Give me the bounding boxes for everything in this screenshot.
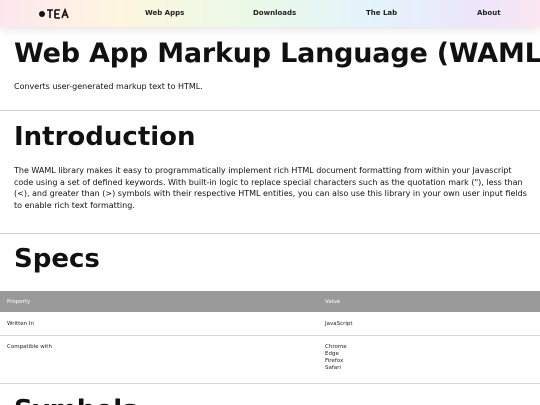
table-cell-value-list: Chrome Edge Firefox Safari [325, 344, 347, 372]
table-header-row: Property Value [0, 291, 540, 312]
section-divider [0, 233, 540, 234]
site-logo[interactable] [38, 7, 74, 20]
page-title: Web App Markup Language (WAML) [14, 38, 540, 69]
introduction-text: The WAML library makes it easy to progra… [14, 166, 527, 210]
table-cell-property: Compatible with [7, 344, 52, 350]
nav-link-about[interactable]: About [477, 9, 501, 17]
table-row-divider [0, 335, 540, 336]
column-header-property: Property [7, 299, 31, 305]
browser-value: Firefox [325, 358, 344, 364]
section-divider [0, 110, 540, 111]
top-navigation: Web Apps Downloads The Lab About [0, 0, 540, 27]
browser-value: Chrome [325, 344, 347, 350]
nav-link-the-lab[interactable]: The Lab [366, 9, 397, 17]
logo-icon [39, 7, 69, 19]
symbols-heading: Symbols [14, 395, 138, 405]
column-header-value: Value [325, 299, 341, 305]
nav-link-downloads[interactable]: Downloads [253, 9, 296, 17]
browser-value: Safari [325, 365, 341, 371]
page-subtitle: Converts user-generated markup text to H… [14, 82, 203, 91]
browser-value: Edge [325, 351, 339, 357]
nav-link-web-apps[interactable]: Web Apps [145, 9, 184, 17]
introduction-heading: Introduction [14, 122, 196, 152]
table-cell-value: JavaScript [325, 321, 353, 327]
specs-heading: Specs [14, 244, 100, 274]
table-row-divider [0, 383, 540, 384]
table-cell-property: Written In [7, 321, 35, 327]
